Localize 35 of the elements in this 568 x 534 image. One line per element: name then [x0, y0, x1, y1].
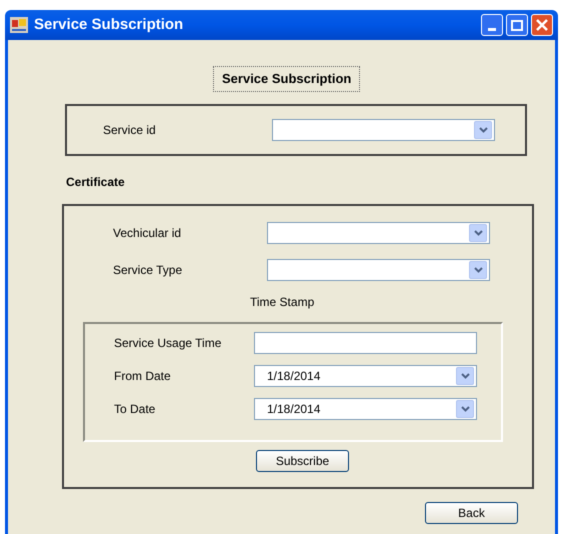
field-label: To Date — [114, 400, 156, 418]
maximize-icon — [511, 20, 523, 30]
field-label: Vechicular id — [113, 224, 182, 242]
dropdown-button[interactable] — [469, 260, 487, 278]
dropdown-button[interactable] — [469, 224, 487, 242]
close-button[interactable] — [531, 14, 553, 36]
field-label: Service Type — [113, 262, 184, 278]
chevron-down-icon — [460, 372, 470, 378]
maximize-button[interactable] — [506, 14, 528, 36]
close-icon — [536, 19, 548, 31]
subscribe-button[interactable]: Subscribe — [256, 450, 349, 472]
date-picker[interactable]: 1/18/2014 — [254, 364, 477, 386]
dropdown-field[interactable] — [267, 258, 490, 280]
chevron-down-icon — [460, 406, 470, 412]
form-heading: Service Subscription — [213, 66, 360, 92]
field-label: From Date — [114, 368, 172, 384]
dropdown-button[interactable] — [456, 366, 474, 384]
date-picker[interactable]: 1/18/2014 — [254, 398, 477, 420]
dropdown-field[interactable] — [272, 118, 495, 140]
minimize-button[interactable] — [481, 14, 503, 36]
chevron-down-icon — [474, 230, 482, 236]
dropdown-button[interactable] — [474, 120, 492, 138]
dropdown-field[interactable] — [267, 222, 490, 244]
chevron-down-icon — [474, 266, 482, 272]
group-title: Time Stamp — [250, 294, 314, 310]
app-icon — [10, 17, 28, 33]
field-label: Service id — [103, 122, 157, 138]
section-title: Certificate — [66, 174, 125, 188]
back-button[interactable]: Back — [425, 502, 518, 524]
dropdown-button[interactable] — [456, 400, 474, 418]
window-title: Service Subscription — [34, 14, 184, 35]
text-field[interactable] — [254, 332, 477, 354]
minimize-icon — [488, 28, 496, 31]
field-label: Service Usage Time — [114, 334, 222, 352]
chevron-down-icon — [478, 126, 488, 132]
